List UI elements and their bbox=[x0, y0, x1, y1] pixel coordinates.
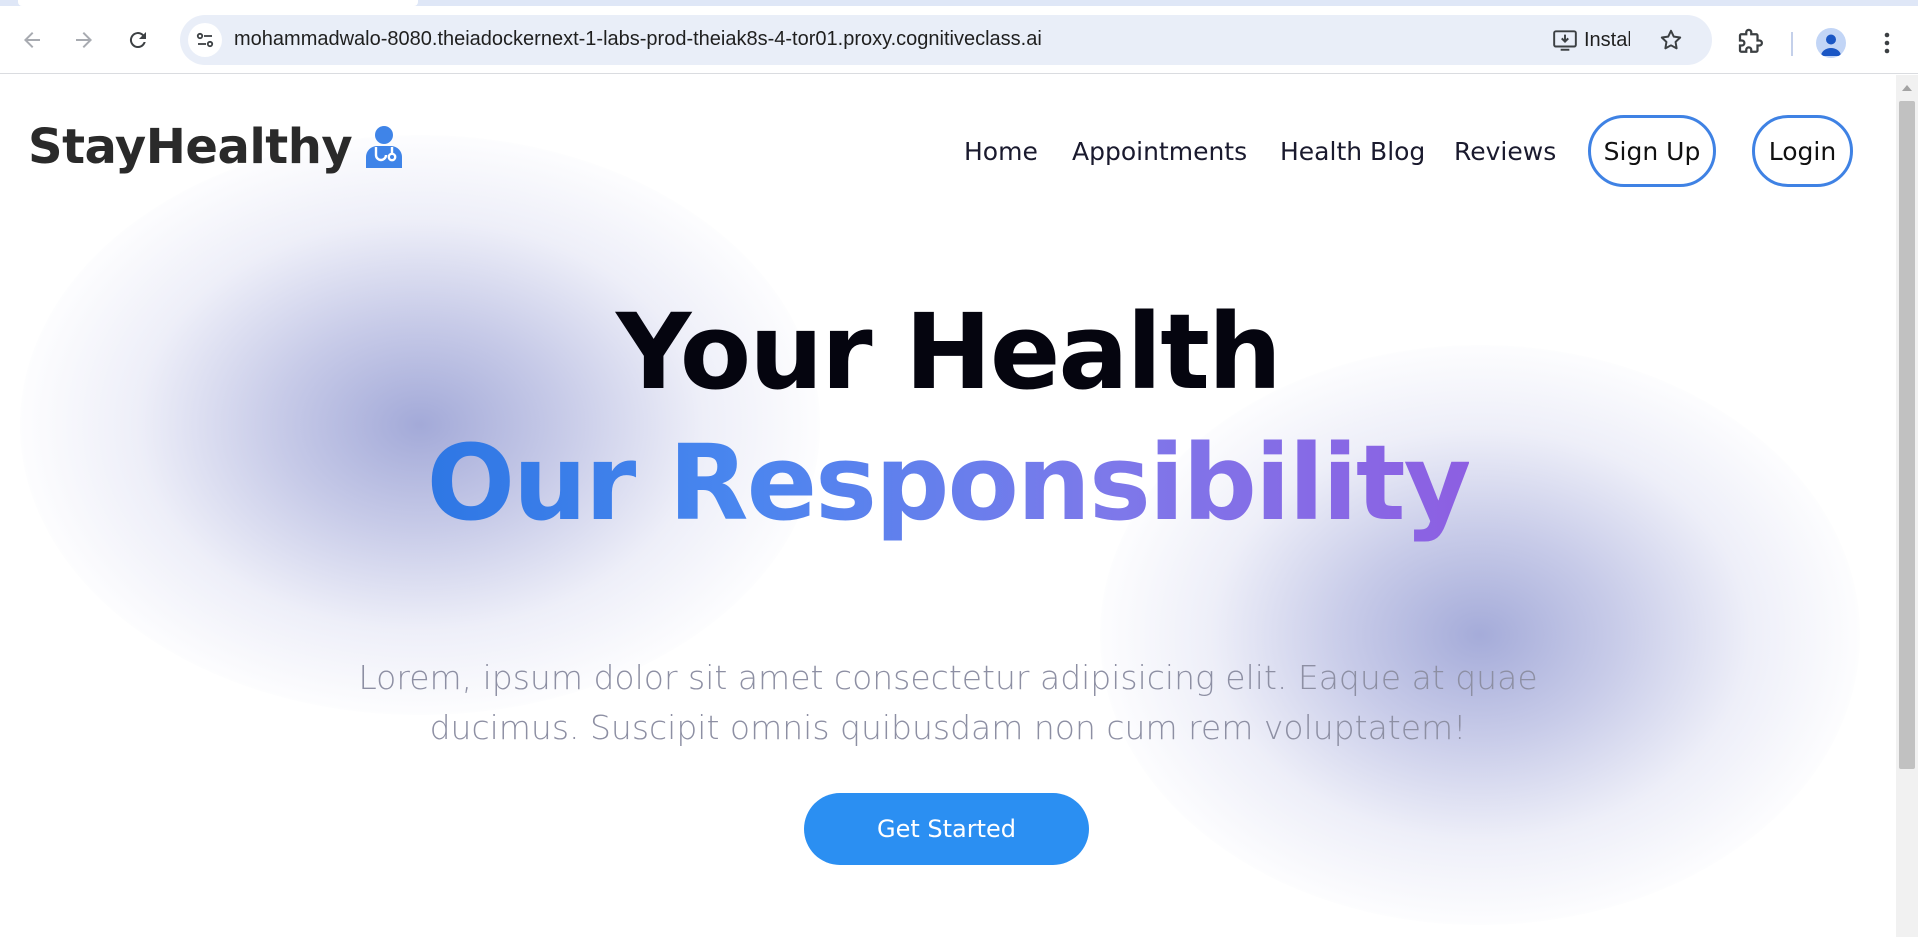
install-app-icon bbox=[1553, 30, 1577, 51]
back-button[interactable] bbox=[12, 20, 52, 60]
scroll-up-arrow-icon[interactable] bbox=[1902, 85, 1912, 91]
page-content: StayHealthy Home Appointments Health Blo… bbox=[0, 75, 1896, 937]
hero-description: Lorem, ipsum dolor sit amet consectetur … bbox=[358, 658, 1538, 747]
puzzle-icon[interactable] bbox=[1735, 28, 1765, 58]
hero-title-line2: Our Responsibility bbox=[0, 423, 1896, 543]
toolbar-divider bbox=[1791, 32, 1793, 56]
tune-icon bbox=[196, 32, 214, 48]
hero-title-line1: Your Health bbox=[616, 291, 1282, 413]
site-info-button[interactable] bbox=[188, 23, 222, 57]
address-bar[interactable]: mohammadwalo-8080.theiadockernext-1-labs… bbox=[180, 15, 1712, 65]
browser-menu-button[interactable] bbox=[1872, 28, 1902, 58]
nav-health-blog[interactable]: Health Blog bbox=[1280, 137, 1425, 166]
back-arrow-icon bbox=[24, 32, 40, 48]
page-scrollbar[interactable] bbox=[1896, 75, 1918, 937]
reload-button[interactable] bbox=[118, 20, 158, 60]
nav-home[interactable]: Home bbox=[964, 137, 1038, 166]
browser-toolbar: mohammadwalo-8080.theiadockernext-1-labs… bbox=[0, 6, 1918, 74]
url-text[interactable]: mohammadwalo-8080.theiadockernext-1-labs… bbox=[234, 28, 1042, 51]
main-nav: Home Appointments Health Blog Reviews Si… bbox=[0, 115, 1896, 187]
login-button[interactable]: Login bbox=[1752, 115, 1853, 187]
install-label: Install bbox=[1584, 28, 1630, 51]
sign-up-button[interactable]: Sign Up bbox=[1588, 115, 1716, 187]
star-icon[interactable] bbox=[1658, 27, 1684, 53]
profile-button[interactable] bbox=[1816, 28, 1846, 58]
install-app-button[interactable]: Install bbox=[1552, 27, 1630, 53]
get-started-button[interactable]: Get Started bbox=[804, 793, 1089, 865]
reload-icon bbox=[129, 32, 146, 49]
nav-appointments[interactable]: Appointments bbox=[1072, 137, 1247, 166]
scroll-thumb[interactable] bbox=[1899, 101, 1915, 769]
forward-arrow-icon bbox=[76, 32, 92, 48]
profile-icon bbox=[1821, 34, 1841, 56]
nav-reviews[interactable]: Reviews bbox=[1454, 137, 1556, 166]
kebab-menu-icon bbox=[1884, 32, 1890, 54]
hero-title-gradient-text: Our Responsibility bbox=[426, 422, 1472, 544]
forward-button[interactable] bbox=[64, 20, 104, 60]
